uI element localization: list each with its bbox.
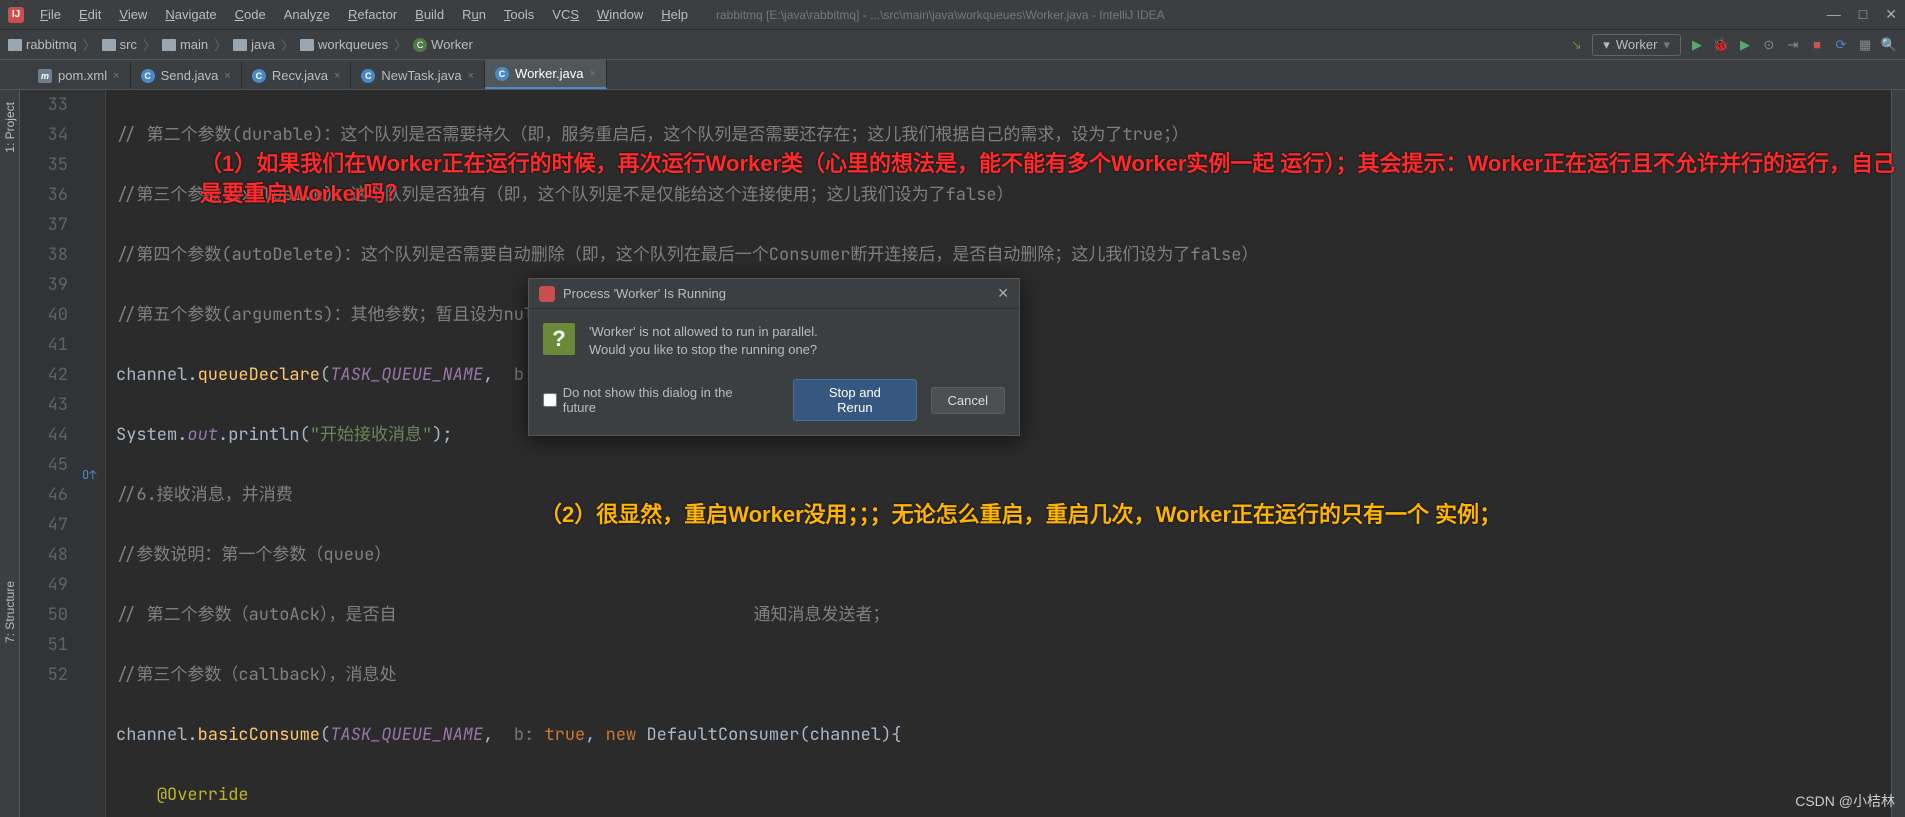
breadcrumb: rabbitmq〉 src〉 main〉 java〉 workqueues〉 C…: [8, 35, 473, 54]
menu-analyze[interactable]: Analyze: [276, 3, 338, 26]
crumb-java[interactable]: java: [233, 37, 275, 52]
maximize-icon[interactable]: □: [1859, 6, 1867, 23]
tab-send[interactable]: CSend.java×: [131, 62, 242, 89]
run-config-label: Worker: [1616, 37, 1658, 52]
menu-bar: File Edit View Navigate Code Analyze Ref…: [32, 3, 696, 26]
menu-navigate[interactable]: Navigate: [157, 3, 224, 26]
app-icon: [539, 286, 555, 302]
crumb-class[interactable]: CWorker: [413, 37, 473, 52]
left-tool-gutter: 1: Project 7: Structure: [0, 90, 20, 817]
cancel-button[interactable]: Cancel: [931, 387, 1005, 414]
close-icon[interactable]: ✕: [1885, 6, 1897, 23]
tab-recv[interactable]: CRecv.java×: [242, 62, 352, 89]
close-icon[interactable]: ✕: [997, 285, 1009, 302]
crumb-root[interactable]: rabbitmq: [8, 37, 77, 52]
menu-run[interactable]: Run: [454, 3, 494, 26]
attach-icon[interactable]: ⇥: [1785, 37, 1801, 53]
close-icon[interactable]: ×: [113, 70, 119, 82]
dont-show-checkbox[interactable]: Do not show this dialog in the future: [543, 385, 765, 415]
menu-file[interactable]: File: [32, 3, 69, 26]
close-icon[interactable]: ×: [224, 70, 230, 82]
run-config-selector[interactable]: ▾ Worker ▾: [1592, 34, 1681, 56]
override-gutter-icon[interactable]: O↑: [82, 460, 96, 490]
annotation-2: （2）很显然，重启Worker没用；；；无论怎么重启，重启几次，Worker正在…: [540, 500, 1501, 530]
close-icon[interactable]: ×: [334, 70, 340, 82]
update-icon[interactable]: ⟳: [1833, 37, 1849, 53]
chevron-down-icon: ▾: [1603, 37, 1610, 53]
menu-window[interactable]: Window: [589, 3, 651, 26]
menu-help[interactable]: Help: [653, 3, 696, 26]
stop-icon[interactable]: ■: [1809, 37, 1825, 53]
coverage-icon[interactable]: ▶: [1737, 37, 1753, 53]
menu-edit[interactable]: Edit: [71, 3, 109, 26]
crumb-src[interactable]: src: [102, 37, 137, 52]
tool-structure[interactable]: 7: Structure: [1, 577, 19, 647]
profile-icon[interactable]: ⊙: [1761, 37, 1777, 53]
title-bar: IJ File Edit View Navigate Code Analyze …: [0, 0, 1905, 30]
menu-build[interactable]: Build: [407, 3, 452, 26]
line-number-gutter: 3334353637383940414243444546474849505152: [20, 90, 80, 817]
menu-view[interactable]: View: [111, 3, 155, 26]
window-title-path: rabbitmq [E:\java\rabbitmq] - ...\src\ma…: [716, 8, 1827, 22]
tab-worker[interactable]: CWorker.java×: [485, 60, 607, 89]
close-icon[interactable]: ×: [589, 68, 595, 80]
tab-pom[interactable]: mpom.xml×: [28, 62, 131, 89]
project-structure-icon[interactable]: ▦: [1857, 37, 1873, 53]
menu-tools[interactable]: Tools: [496, 3, 542, 26]
close-icon[interactable]: ×: [468, 70, 474, 82]
question-icon: ?: [543, 323, 575, 355]
search-icon[interactable]: 🔍: [1881, 37, 1897, 53]
editor-tabs: mpom.xml× CSend.java× CRecv.java× CNewTa…: [0, 60, 1905, 90]
run-icon[interactable]: ▶: [1689, 37, 1705, 53]
window-controls: — □ ✕: [1827, 6, 1897, 23]
menu-refactor[interactable]: Refactor: [340, 3, 405, 26]
app-icon: IJ: [8, 7, 24, 23]
dialog-message: 'Worker' is not allowed to run in parall…: [589, 323, 818, 359]
process-running-dialog: Process 'Worker' Is Running ✕ ? 'Worker'…: [528, 278, 1020, 436]
tool-project[interactable]: 1: Project: [1, 98, 19, 157]
stop-and-rerun-button[interactable]: Stop and Rerun: [793, 379, 916, 421]
menu-vcs[interactable]: VCS: [544, 3, 587, 26]
minimize-icon[interactable]: —: [1827, 6, 1841, 23]
nav-bar: rabbitmq〉 src〉 main〉 java〉 workqueues〉 C…: [0, 30, 1905, 60]
build-icon[interactable]: ↘: [1568, 37, 1584, 53]
debug-icon[interactable]: 🐞: [1713, 37, 1729, 53]
tab-newtask[interactable]: CNewTask.java×: [351, 62, 485, 89]
dialog-title-text: Process 'Worker' Is Running: [563, 286, 726, 301]
annotation-1: （1）如果我们在Worker正在运行的时候，再次运行Worker类（心里的想法是…: [200, 149, 1905, 209]
menu-code[interactable]: Code: [227, 3, 274, 26]
dialog-title-bar[interactable]: Process 'Worker' Is Running ✕: [529, 279, 1019, 309]
watermark: CSDN @小桔林: [1795, 791, 1895, 811]
crumb-pkg[interactable]: workqueues: [300, 37, 388, 52]
fold-gutter[interactable]: [80, 90, 106, 817]
crumb-main[interactable]: main: [162, 37, 208, 52]
